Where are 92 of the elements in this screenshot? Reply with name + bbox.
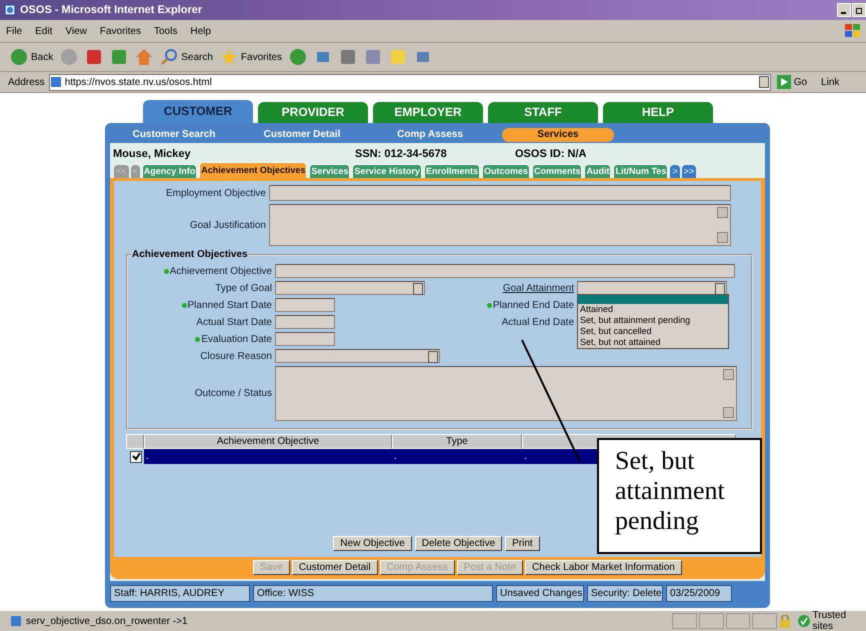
menu-item[interactable]: Favorites: [100, 26, 141, 36]
window-title: OSOS - Microsoft Internet Explorer: [20, 4, 202, 16]
menu-item[interactable]: Edit: [35, 26, 52, 36]
footer-button[interactable]: Customer Detail: [292, 560, 378, 575]
select-field[interactable]: [577, 281, 727, 295]
dropdown-option[interactable]: Set, but attainment pending: [578, 315, 728, 326]
column-header[interactable]: Achievement Objective: [144, 434, 392, 449]
column-header[interactable]: Type: [392, 434, 522, 449]
menu-item[interactable]: View: [65, 26, 87, 36]
required-dot-icon: [164, 268, 169, 274]
browser-icon: [4, 4, 16, 16]
toolbar-button[interactable]: Back: [10, 48, 54, 66]
date-field[interactable]: [275, 315, 335, 329]
required-dot-icon: [486, 302, 492, 308]
main-tab[interactable]: CUSTOMER: [143, 100, 253, 123]
field-label: Closure Reason: [199, 350, 272, 362]
check-icon: [798, 615, 810, 627]
dropdown-option[interactable]: Set, but cancelled: [578, 326, 728, 337]
field-label: Planned Start Date: [132, 300, 272, 310]
column-header[interactable]: [522, 434, 602, 449]
main-tab[interactable]: EMPLOYER: [373, 102, 483, 123]
toolbar-button[interactable]: Search: [160, 48, 213, 66]
table-cell-text: .: [393, 450, 398, 464]
dropdown-option[interactable]: Set, but not attained: [578, 337, 728, 348]
field-label: Outcome / Status: [194, 388, 272, 399]
tab-scroll-button[interactable]: >>: [682, 165, 696, 178]
menu-item[interactable]: File: [6, 26, 22, 36]
status-text: serv_objective_dso.on_rowenter ->1: [10, 615, 670, 627]
tab-scroll-button[interactable]: >: [670, 165, 680, 178]
select-field[interactable]: [275, 281, 425, 295]
page-icon: [10, 615, 22, 627]
field-label: Planned End Date: [434, 300, 574, 310]
customer-name: Mouse, Mickey: [113, 148, 192, 160]
input-field[interactable]: [269, 185, 731, 201]
checkbox[interactable]: [130, 450, 142, 462]
nav-link[interactable]: Customer Search: [110, 129, 238, 140]
toolbar-button[interactable]: Favorites: [220, 48, 282, 66]
security-zone: Trusted sites: [798, 610, 866, 631]
status-field: Staff: HARRIS, AUDREY: [110, 585, 250, 602]
input-field[interactable]: [275, 264, 735, 278]
main-tab[interactable]: STAFF: [488, 102, 598, 123]
status-pane: [672, 613, 697, 629]
field-label: Type of Goal: [214, 282, 272, 294]
field-label: Actual Start Date: [195, 316, 272, 328]
field-label: Actual End Date: [500, 316, 574, 328]
customer-ssn: SSN: 012-34-5678: [355, 148, 448, 160]
required-dot-icon: [195, 336, 200, 342]
select-field[interactable]: [275, 349, 440, 363]
star-icon[interactable]: [220, 48, 238, 66]
search-icon[interactable]: [160, 48, 178, 66]
windows-logo-icon: [844, 23, 862, 39]
field-label: Goal Attainment: [502, 282, 574, 294]
page-icon: [50, 76, 62, 88]
address-label: Address: [8, 76, 45, 88]
status-field: Office: WISS: [253, 585, 493, 602]
footer-button[interactable]: Check Labor Market Information: [525, 560, 682, 575]
date-field[interactable]: [275, 298, 335, 312]
customer-osos-id: OSOS ID: N/A: [515, 148, 587, 160]
status-field: 03/25/2009: [666, 585, 732, 602]
main-tab[interactable]: HELP: [603, 102, 713, 123]
nav-link[interactable]: Comp Assess: [366, 129, 494, 140]
status-field: Unsaved Changes: [496, 585, 584, 602]
field-label: Employment Objective: [164, 188, 266, 198]
restore-icon[interactable]: [855, 6, 863, 14]
lock-icon: [778, 614, 790, 628]
table-cell-text: .: [523, 450, 528, 464]
form-button[interactable]: Delete Objective: [414, 536, 502, 551]
field-label: Achievement Objective: [132, 266, 272, 276]
address-field[interactable]: https://nvos.state.nv.us/osos.html: [48, 74, 771, 90]
section-tab[interactable]: Achievement Objectives: [199, 162, 308, 178]
nav-link[interactable]: Customer Detail: [238, 129, 366, 140]
date-field[interactable]: [275, 332, 335, 346]
dropdown-option[interactable]: Attained: [578, 304, 728, 315]
table-cell-text: .: [145, 450, 150, 464]
form-button[interactable]: Print: [505, 536, 540, 551]
main-tab[interactable]: PROVIDER: [258, 102, 368, 123]
field-label: Evaluation Date: [132, 334, 272, 344]
status-pane: [698, 613, 724, 629]
required-dot-icon: [182, 302, 186, 308]
status-pane: [726, 613, 750, 629]
field-label: Goal Justification: [188, 220, 266, 230]
menu-item[interactable]: Tools: [154, 26, 178, 36]
form-button[interactable]: New Objective: [333, 536, 412, 551]
status-field: Security: Delete: [587, 585, 663, 602]
links-button[interactable]: Link: [821, 76, 840, 88]
menu-item[interactable]: Help: [190, 26, 211, 36]
fieldset-title: Achievement Objectives: [131, 249, 249, 260]
nav-link[interactable]: Services: [502, 128, 614, 142]
go-button[interactable]: Go: [776, 75, 808, 89]
callout-tooltip: Set, but attainment pending: [597, 438, 762, 554]
status-pane: [752, 613, 777, 629]
table-header-cell: [126, 434, 144, 449]
